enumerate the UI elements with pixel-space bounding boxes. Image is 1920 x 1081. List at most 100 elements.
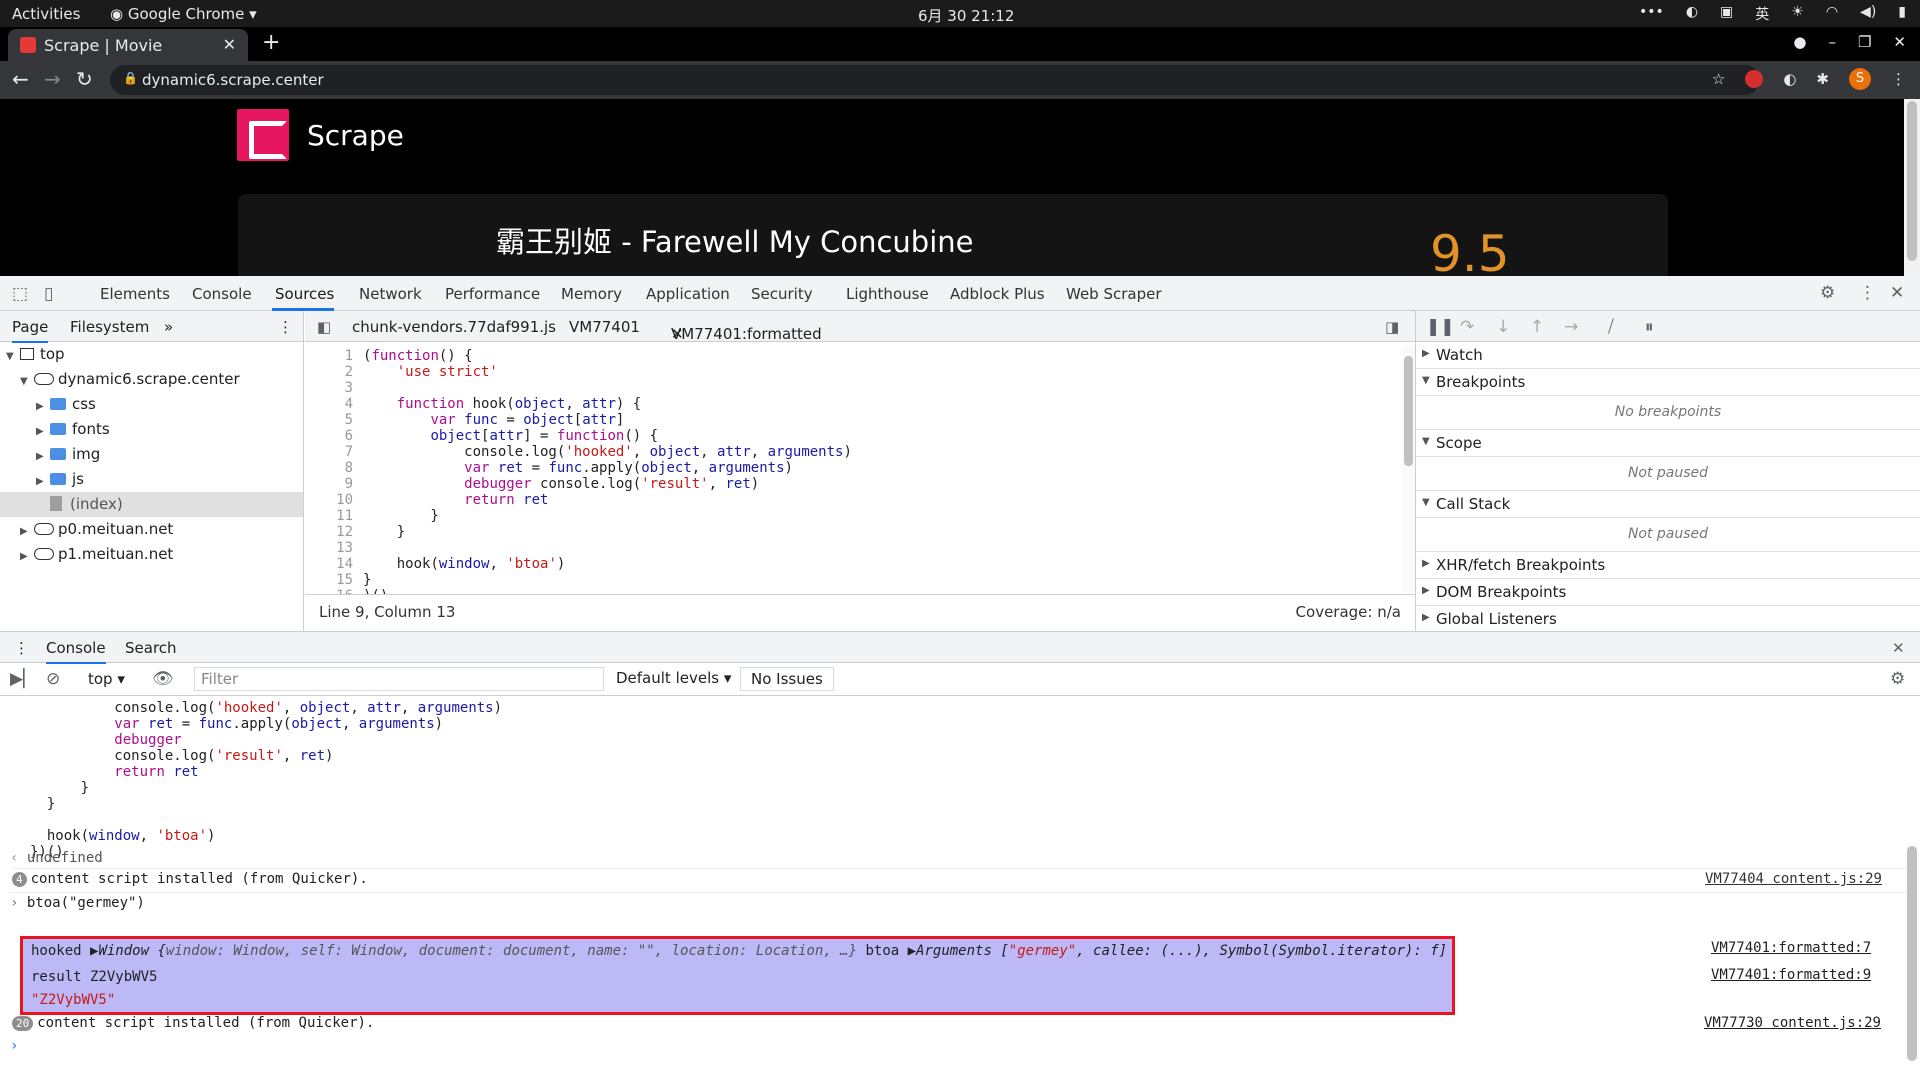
step-over-icon[interactable]: ↷ [1460, 317, 1474, 337]
tab-lighthouse[interactable]: Lighthouse [846, 285, 929, 303]
line-number[interactable]: 14 [305, 556, 353, 572]
section-breakpoints[interactable]: ▼ Breakpoints [1416, 369, 1920, 396]
tab-elements[interactable]: Elements [100, 285, 170, 303]
chrome-menu-icon[interactable]: ⋮ [1891, 70, 1906, 88]
console-prompt[interactable]: › [10, 1038, 18, 1054]
live-expression-eye-icon[interactable]: 👁 [152, 669, 174, 689]
close-file-icon[interactable]: ✕ [671, 325, 684, 343]
tab-console[interactable]: Console [192, 285, 252, 303]
site-name[interactable]: Scrape [307, 119, 404, 152]
line-number[interactable]: 2 [305, 364, 353, 380]
activities-button[interactable]: Activities [12, 5, 80, 23]
sidebar-toggle-icon[interactable]: ▶▏ [10, 669, 36, 689]
browser-tab[interactable]: Scrape | Movie ✕ [8, 29, 248, 61]
issues-button[interactable]: No Issues [740, 667, 834, 691]
line-number[interactable]: 4 [305, 396, 353, 412]
editor-scrollbar[interactable] [1402, 346, 1415, 591]
drawer-tab-search[interactable]: Search [125, 639, 177, 657]
code-text[interactable]: (function() { 'use strict' function hook… [363, 348, 852, 594]
new-tab-button[interactable]: + [262, 30, 280, 55]
tab-sources[interactable]: Sources [275, 285, 334, 303]
pause-icon[interactable]: ❚❚ [1426, 317, 1455, 337]
result-source-link[interactable]: VM77401:formatted:9 [1711, 967, 1871, 983]
line-number[interactable]: 7 [305, 444, 353, 460]
more-options-icon[interactable]: ⋮ [1859, 283, 1876, 303]
toggle-navigator-icon[interactable]: ◧ [317, 318, 331, 336]
step-into-icon[interactable]: ↓ [1496, 317, 1510, 337]
section-xhr-breakpoints[interactable]: ▶ XHR/fetch Breakpoints [1416, 552, 1920, 579]
tree-item-folder[interactable]: ▶ fonts [0, 417, 303, 442]
tree-item-domain[interactable]: ▶ p1.meituan.net [0, 542, 303, 567]
volume-icon[interactable]: ◀) [1860, 4, 1876, 24]
tab-performance[interactable]: Performance [445, 285, 540, 303]
section-call-stack[interactable]: ▼ Call Stack [1416, 491, 1920, 518]
bookmark-star-icon[interactable]: ☆ [1712, 70, 1725, 88]
clear-console-icon[interactable]: ⊘ [46, 669, 60, 689]
tab-application[interactable]: Application [646, 285, 730, 303]
profile-avatar[interactable]: S [1849, 68, 1871, 90]
brightness-icon[interactable]: ☀ [1791, 4, 1804, 24]
source-link[interactable]: VM77404 content.js:29 [1705, 871, 1882, 887]
tree-item-file[interactable]: (index) [0, 492, 303, 517]
close-tab-icon[interactable]: ✕ [223, 35, 236, 54]
console-settings-icon[interactable]: ⚙ [1890, 669, 1905, 689]
log-levels-dropdown[interactable]: Default levels ▾ [606, 667, 741, 691]
more-icon[interactable]: ••• [1639, 4, 1664, 24]
more-tabs-icon[interactable]: » [164, 318, 173, 336]
device-toolbar-icon[interactable]: ▯ [44, 284, 53, 304]
file-tab[interactable]: chunk-vendors.77daf991.js [352, 318, 556, 336]
close-drawer-icon[interactable]: ✕ [1892, 639, 1905, 657]
deactivate-breakpoints-icon[interactable]: ⧸ [1608, 317, 1614, 337]
drawer-menu-icon[interactable]: ⋮ [14, 639, 29, 657]
section-dom-breakpoints[interactable]: ▶ DOM Breakpoints [1416, 579, 1920, 606]
extensions-puzzle-icon[interactable]: ✱ [1816, 70, 1829, 88]
step-icon[interactable]: → [1564, 317, 1578, 337]
close-devtools-icon[interactable]: ✕ [1890, 283, 1904, 303]
context-selector[interactable]: top ▾ [88, 670, 125, 688]
section-watch[interactable]: ▶ Watch [1416, 342, 1920, 369]
adblock-extension-icon[interactable] [1745, 70, 1764, 88]
ime-indicator[interactable]: 英 [1755, 4, 1769, 24]
tree-item-folder[interactable]: ▶ img [0, 442, 303, 467]
settings-gear-icon[interactable]: ⚙ [1820, 283, 1835, 303]
tree-item-domain[interactable]: ▶ p0.meituan.net [0, 517, 303, 542]
back-icon[interactable]: ← [12, 67, 29, 91]
line-number[interactable]: 11 [305, 508, 353, 524]
line-number[interactable]: 1 [305, 348, 353, 364]
movie-poster[interactable] [240, 194, 478, 276]
page-scrollbar[interactable] [1904, 99, 1920, 276]
line-number[interactable]: 8 [305, 460, 353, 476]
page-scrollbar-thumb[interactable] [1907, 101, 1917, 261]
dark-mode-extension-icon[interactable]: ◐ [1783, 70, 1796, 88]
console-scrollbar[interactable] [1904, 696, 1920, 1081]
system-tray[interactable]: ••• ◐ ▣ 英 ☀ ◠ ◀) ▮ [1639, 4, 1906, 24]
line-number[interactable]: 6 [305, 428, 353, 444]
tree-item-domain[interactable]: ▼ dynamic6.scrape.center [0, 367, 303, 392]
line-number[interactable]: 15 [305, 572, 353, 588]
section-scope[interactable]: ▼ Scope [1416, 430, 1920, 457]
tab-web-scraper[interactable]: Web Scraper [1066, 285, 1162, 303]
scrape-logo[interactable] [237, 109, 289, 161]
source-link[interactable]: VM77730 content.js:29 [1704, 1015, 1881, 1031]
tree-item-folder[interactable]: ▶ css [0, 392, 303, 417]
tab-network[interactable]: Network [359, 285, 422, 303]
line-number[interactable]: 9 [305, 476, 353, 492]
profile-menu-icon[interactable]: ● [1793, 33, 1806, 51]
inspect-element-icon[interactable]: ⬚ [12, 284, 28, 304]
address-bar[interactable]: 🔒 dynamic6.scrape.center [110, 65, 1760, 95]
editor-scrollbar-thumb[interactable] [1404, 356, 1413, 466]
section-global-listeners[interactable]: ▶ Global Listeners [1416, 606, 1920, 633]
clock[interactable]: 6月 30 21:12 [918, 5, 1014, 26]
restore-icon[interactable]: ❐ [1858, 33, 1871, 51]
drawer-tab-console[interactable]: Console [46, 639, 106, 664]
line-number[interactable]: 12 [305, 524, 353, 540]
wifi-icon[interactable]: ◠ [1826, 4, 1838, 24]
forward-icon[interactable]: → [44, 67, 61, 91]
console-scrollbar-thumb[interactable] [1907, 846, 1917, 1061]
tab-security[interactable]: Security [751, 285, 813, 303]
pause-on-exceptions-icon[interactable]: ⏸ [1645, 317, 1654, 337]
movie-title[interactable]: 霸王别姬 - Farewell My Concubine [496, 219, 974, 261]
screenshot-icon[interactable]: ▣ [1720, 4, 1733, 24]
app-menu[interactable]: ◉ Google Chrome ▾ [110, 5, 257, 23]
step-out-icon[interactable]: ↑ [1530, 317, 1544, 337]
